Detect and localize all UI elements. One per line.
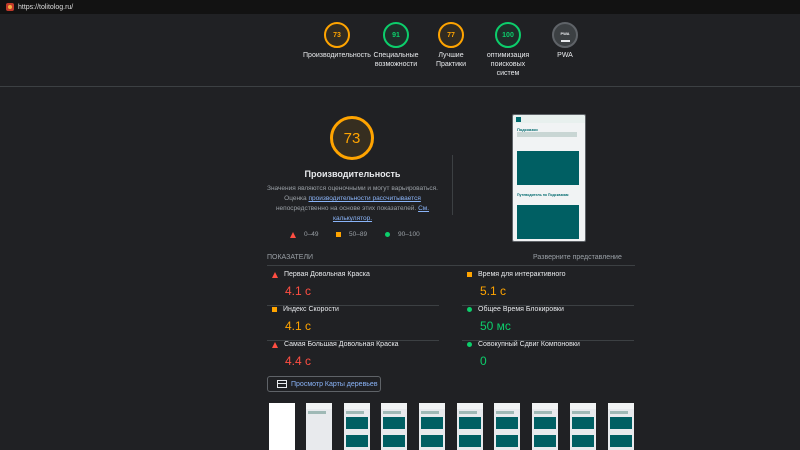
filmstrip-frame (306, 403, 332, 450)
accessibility-score-ring: 91 (383, 22, 409, 48)
gauge-label: поисковых (490, 61, 526, 68)
thumbnail-section-text: Путеводитель по Подсказкам (517, 193, 569, 197)
performance-score-ring: 73 (324, 22, 350, 48)
gauge-performance[interactable]: 73 Производительность (302, 22, 372, 60)
filmstrip-frame (570, 403, 596, 450)
filmstrip-frame (269, 403, 295, 450)
gauge-accessibility[interactable]: 91 Специальные возможности (368, 22, 424, 69)
metric-tti[interactable]: Время для интерактивного 5.1 с (462, 271, 634, 306)
metric-lcp[interactable]: Самая Большая Довольная Краска 4.4 с (267, 341, 439, 368)
metric-value: 4.4 с (285, 354, 312, 368)
pass-circle-icon (467, 307, 472, 312)
url-text[interactable]: https://tolitolog.ru/ (18, 4, 73, 11)
pass-circle-icon (467, 342, 472, 347)
gauge-pwa[interactable]: PWA PWA (545, 22, 585, 60)
fail-triangle-icon (272, 341, 278, 348)
site-favicon-icon (6, 3, 14, 11)
filmstrip-frame (494, 403, 520, 450)
gauge-label: Специальные (373, 52, 419, 59)
pass-circle-icon (385, 232, 390, 237)
filmstrip-frame (608, 403, 634, 450)
performance-title: Производительность (304, 169, 401, 179)
average-square-icon (336, 232, 341, 237)
metric-value: 4.1 с (285, 284, 312, 298)
gauge-label: Лучшие (438, 52, 464, 59)
divider (452, 155, 453, 215)
final-screenshot-thumbnail[interactable]: Подсказки Путеводитель по Подсказкам (512, 114, 586, 242)
gauge-best-practices[interactable]: 77 Лучшие Практики (426, 22, 476, 69)
metrics-divider (267, 265, 635, 266)
address-bar: https://tolitolog.ru/ (0, 0, 800, 14)
filmstrip-frame (419, 403, 445, 450)
seo-score-ring: 100 (495, 22, 521, 48)
thumbnail-toolbar (513, 115, 585, 123)
legend-pass: 90–100 (385, 231, 420, 238)
fail-triangle-icon (290, 231, 296, 238)
metric-value: 5.1 с (480, 284, 507, 298)
metric-value: 50 мс (480, 319, 511, 333)
average-square-icon (272, 307, 277, 312)
thumbnail-subtitle-bar (517, 132, 577, 137)
metric-cls[interactable]: Совокупный Сдвиг Компоновки 0 (462, 341, 634, 368)
gauge-label: возможности (374, 61, 418, 68)
gauge-label: Практики (435, 61, 467, 68)
pwa-badge-icon: PWA (552, 22, 578, 48)
expand-view-toggle[interactable]: Разверните представление (533, 254, 622, 261)
fail-triangle-icon (272, 271, 278, 278)
metric-speed-index[interactable]: Индекс Скорости 4.1 с (267, 306, 439, 341)
legend-average: 50–89 (336, 231, 367, 238)
performance-calc-link[interactable]: производительности рассчитывается (308, 195, 420, 202)
thumbnail-card (517, 151, 579, 185)
filmstrip-frame (532, 403, 558, 450)
metrics-section-label: ПОКАЗАТЕЛИ (267, 254, 314, 261)
gauge-seo[interactable]: 100 оптимизация поисковых систем (478, 22, 538, 78)
site-logo-icon (516, 116, 521, 122)
average-square-icon (467, 272, 472, 277)
metric-value: 4.1 с (285, 319, 312, 333)
filmstrip-frame (381, 403, 407, 450)
metric-tbt[interactable]: Общее Время Блокировки 50 мс (462, 306, 634, 341)
best-practices-score-ring: 77 (438, 22, 464, 48)
performance-description: Значения являются оценочными и могут вар… (267, 185, 438, 222)
category-gauges-header: 73 Производительность 91 Специальные воз… (0, 14, 800, 87)
metric-fcp[interactable]: Первая Довольная Краска 4.1 с (267, 271, 439, 306)
performance-big-gauge: 73 (330, 116, 374, 160)
thumbnail-body: Подсказки Путеводитель по Подсказкам (513, 123, 585, 241)
legend-fail: 0–49 (290, 231, 318, 238)
thumbnail-card (517, 205, 579, 239)
view-treemap-button[interactable]: Просмотр Карты деревьев (267, 376, 381, 392)
filmstrip-frame (344, 403, 370, 450)
gauge-label: PWA (557, 52, 573, 59)
report-main (0, 87, 800, 450)
filmstrip-frame (457, 403, 483, 450)
gauge-label: систем (496, 70, 520, 77)
gauge-label: оптимизация (486, 52, 530, 59)
gauge-label: Производительность (303, 52, 371, 59)
metric-value: 0 (480, 354, 487, 368)
treemap-icon (277, 380, 287, 388)
